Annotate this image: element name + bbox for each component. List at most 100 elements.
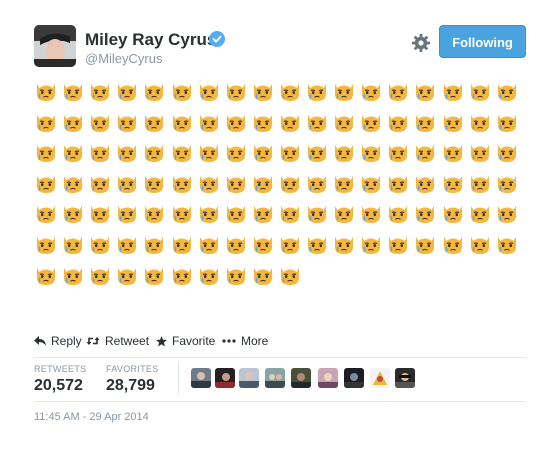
crying-cat-face-icon bbox=[170, 80, 194, 102]
crying-cat-face-icon bbox=[332, 80, 356, 102]
favoriter-avatar[interactable] bbox=[344, 368, 364, 388]
more-dots-icon bbox=[222, 339, 236, 343]
divider bbox=[34, 401, 526, 402]
stats-separator bbox=[178, 363, 179, 395]
crying-cat-face-icon bbox=[142, 80, 166, 102]
crying-cat-face-icon bbox=[278, 141, 302, 163]
crying-cat-face-icon bbox=[61, 172, 85, 194]
crying-cat-face-icon bbox=[413, 202, 437, 224]
crying-cat-face-icon bbox=[495, 172, 519, 194]
retweet-icon bbox=[86, 337, 100, 345]
divider bbox=[34, 357, 526, 358]
favoriter-avatar[interactable] bbox=[291, 368, 311, 388]
crying-cat-face-icon bbox=[197, 264, 221, 286]
profile-avatar[interactable] bbox=[34, 25, 76, 67]
profile-handle[interactable]: @MileyCyrus bbox=[85, 51, 162, 66]
tweet-timestamp[interactable]: 11:45 AM - 29 Apr 2014 bbox=[34, 411, 149, 423]
crying-cat-face-icon bbox=[468, 80, 492, 102]
crying-cat-face-icon bbox=[115, 233, 139, 255]
crying-cat-face-icon bbox=[224, 111, 248, 133]
crying-cat-face-icon bbox=[142, 202, 166, 224]
favoriter-avatar[interactable] bbox=[395, 368, 415, 388]
crying-cat-face-icon bbox=[115, 141, 139, 163]
crying-cat-face-icon bbox=[251, 264, 275, 286]
retweets-label: RETWEETS bbox=[34, 364, 87, 374]
crying-cat-face-icon bbox=[61, 111, 85, 133]
crying-cat-face-icon bbox=[278, 264, 302, 286]
star-icon bbox=[156, 335, 167, 347]
crying-cat-face-icon bbox=[359, 202, 383, 224]
crying-cat-face-icon bbox=[441, 141, 465, 163]
reply-button[interactable]: Reply bbox=[34, 332, 82, 350]
crying-cat-face-icon bbox=[468, 111, 492, 133]
retweet-button[interactable]: Retweet bbox=[86, 332, 149, 350]
crying-cat-face-icon bbox=[34, 141, 58, 163]
crying-cat-face-icon bbox=[170, 264, 194, 286]
verified-badge-icon bbox=[209, 31, 225, 47]
crying-cat-face-icon bbox=[386, 111, 410, 133]
favoriter-avatar[interactable] bbox=[318, 368, 338, 388]
crying-cat-face-icon bbox=[61, 80, 85, 102]
crying-cat-face-icon bbox=[386, 233, 410, 255]
more-label: More bbox=[241, 334, 269, 348]
crying-cat-face-icon bbox=[359, 141, 383, 163]
crying-cat-face-icon bbox=[88, 233, 112, 255]
crying-cat-face-icon bbox=[142, 264, 166, 286]
crying-cat-face-icon bbox=[88, 172, 112, 194]
crying-cat-face-icon bbox=[278, 80, 302, 102]
crying-cat-face-icon bbox=[88, 202, 112, 224]
retweets-stat[interactable]: RETWEETS 20,572 bbox=[34, 364, 86, 395]
favoriter-avatar[interactable] bbox=[215, 368, 235, 388]
crying-cat-face-icon bbox=[34, 233, 58, 255]
crying-cat-face-icon bbox=[305, 141, 329, 163]
crying-cat-face-icon bbox=[197, 202, 221, 224]
favoriter-avatar[interactable] bbox=[239, 368, 259, 388]
gear-icon[interactable] bbox=[411, 33, 431, 53]
profile-name[interactable]: Miley Ray Cyrus bbox=[85, 30, 216, 50]
crying-cat-face-icon bbox=[278, 172, 302, 194]
crying-cat-face-icon bbox=[34, 202, 58, 224]
crying-cat-face-icon bbox=[142, 141, 166, 163]
crying-cat-face-icon bbox=[170, 233, 194, 255]
more-button[interactable]: More bbox=[222, 332, 268, 350]
crying-cat-face-icon bbox=[34, 111, 58, 133]
crying-cat-face-icon bbox=[61, 141, 85, 163]
crying-cat-face-icon bbox=[142, 233, 166, 255]
retweets-count: 20,572 bbox=[34, 377, 83, 394]
favoriter-avatar[interactable] bbox=[191, 368, 211, 388]
crying-cat-face-icon bbox=[386, 80, 410, 102]
favoriter-avatar[interactable] bbox=[370, 368, 390, 388]
crying-cat-face-icon bbox=[495, 233, 519, 255]
crying-cat-face-icon bbox=[170, 202, 194, 224]
crying-cat-face-icon bbox=[305, 202, 329, 224]
crying-cat-face-icon bbox=[332, 111, 356, 133]
crying-cat-face-icon bbox=[468, 233, 492, 255]
crying-cat-face-icon bbox=[251, 141, 275, 163]
crying-cat-face-icon bbox=[197, 80, 221, 102]
crying-cat-face-icon bbox=[359, 233, 383, 255]
crying-cat-face-icon bbox=[115, 202, 139, 224]
favoriter-avatar[interactable] bbox=[265, 368, 285, 388]
crying-cat-face-icon bbox=[115, 172, 139, 194]
crying-cat-face-icon bbox=[224, 172, 248, 194]
crying-cat-face-icon bbox=[386, 202, 410, 224]
following-button[interactable]: Following bbox=[439, 25, 526, 58]
crying-cat-face-icon bbox=[170, 111, 194, 133]
crying-cat-face-icon bbox=[34, 264, 58, 286]
crying-cat-face-icon bbox=[468, 141, 492, 163]
reply-label: Reply bbox=[51, 334, 82, 348]
crying-cat-face-icon bbox=[251, 111, 275, 133]
favorites-stat[interactable]: FAVORITES 28,799 bbox=[106, 364, 159, 395]
favorites-count: 28,799 bbox=[106, 377, 155, 394]
crying-cat-face-icon bbox=[88, 141, 112, 163]
crying-cat-face-icon bbox=[332, 202, 356, 224]
crying-cat-face-icon bbox=[386, 141, 410, 163]
crying-cat-face-icon bbox=[170, 141, 194, 163]
crying-cat-face-icon bbox=[413, 111, 437, 133]
crying-cat-face-icon bbox=[359, 80, 383, 102]
crying-cat-face-icon bbox=[251, 233, 275, 255]
crying-cat-face-icon bbox=[359, 172, 383, 194]
crying-cat-face-icon bbox=[88, 264, 112, 286]
crying-cat-face-icon bbox=[115, 111, 139, 133]
favorite-button[interactable]: Favorite bbox=[156, 332, 215, 350]
